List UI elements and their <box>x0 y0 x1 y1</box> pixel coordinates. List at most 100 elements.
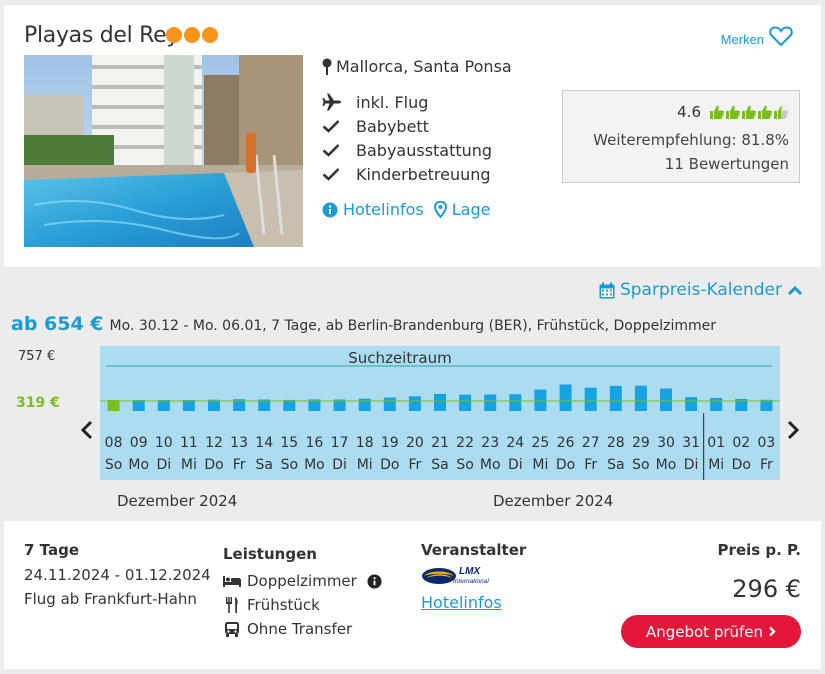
day-tick-label: 18 <box>356 435 374 451</box>
info-icon[interactable] <box>367 573 382 589</box>
hotel-photo[interactable] <box>24 55 303 247</box>
chart-title: Suchzeitraum <box>348 349 451 367</box>
y-axis-min-label: 319 € <box>16 395 60 411</box>
price-bar[interactable] <box>710 398 723 411</box>
offer-flight: Flug ab Frankfurt-Hahn <box>24 590 197 608</box>
price-bar[interactable] <box>408 396 421 411</box>
weekday-tick-label: Mi <box>357 457 373 473</box>
day-tick-label: 13 <box>230 435 248 451</box>
weekday-tick-label: Do <box>732 457 751 473</box>
offer-operator-column: Veranstalter LMX International Hotelinfo… <box>421 541 526 612</box>
price-bar[interactable] <box>383 397 396 412</box>
weekday-tick-label: Di <box>332 457 347 473</box>
price-bar[interactable] <box>107 400 120 411</box>
sparpreis-kalender-label: Sparpreis-Kalender <box>619 280 782 300</box>
weekday-tick-label: Mo <box>656 457 677 473</box>
day-tick-label: 10 <box>155 435 173 451</box>
feature-item: Babybett <box>322 114 492 138</box>
hotel-name[interactable]: Playas del Rey <box>24 23 179 48</box>
day-tick-label: 20 <box>406 435 424 451</box>
weekday-tick-label: So <box>632 457 649 473</box>
hotelinfos-label: Hotelinfos <box>343 200 424 219</box>
rating-box[interactable]: 4.6 Weiterempfehlung: 81.8% 11 Bewertung… <box>562 90 800 183</box>
day-tick-label: 19 <box>381 435 399 451</box>
day-tick-label: 31 <box>682 435 700 451</box>
weekday-tick-label: Mi <box>708 457 724 473</box>
price-bar[interactable] <box>484 394 497 412</box>
price-bar[interactable] <box>534 389 547 411</box>
service-label: Ohne Transfer <box>247 620 353 638</box>
thumb-up-icon <box>774 105 788 119</box>
day-tick-label: 17 <box>331 435 349 451</box>
feature-item: inkl. Flug <box>322 90 492 114</box>
feature-list: inkl. Flug Babybett Babyausstattung Kind… <box>322 90 492 186</box>
day-tick-label: 22 <box>456 435 474 451</box>
price-bar[interactable] <box>685 397 698 411</box>
day-tick-label: 15 <box>280 435 298 451</box>
price-bar[interactable] <box>609 385 622 411</box>
hotel-stars <box>166 27 218 43</box>
weekday-tick-label: So <box>281 457 298 473</box>
price-bar[interactable] <box>182 400 195 411</box>
sparpreis-kalender-toggle[interactable]: Sparpreis-Kalender <box>599 280 803 300</box>
operator-heading: Veranstalter <box>421 541 527 559</box>
day-tick-label: 09 <box>130 435 148 451</box>
price-bar[interactable] <box>559 384 572 412</box>
feature-item: Babyausstattung <box>322 138 492 162</box>
info-icon <box>322 202 338 217</box>
price-calendar-chart: Suchzeitraum 08 So 09 Mo 10 Di 11 Mi 12 Do 13 Fr 14 Sa… <box>100 346 780 480</box>
cutlery-icon <box>223 597 241 613</box>
offer-trip-column: 7 Tage 24.11.2024 - 01.12.2024 Flug ab F… <box>24 541 211 611</box>
location-text: Mallorca, Santa Ponsa <box>336 57 512 76</box>
price-bar[interactable] <box>157 400 170 411</box>
price-from: ab 654 € <box>11 313 104 335</box>
price-bar[interactable] <box>634 385 647 411</box>
star-icon <box>166 27 182 43</box>
weekday-tick-label: Sa <box>607 457 624 473</box>
chart-next-button[interactable] <box>786 420 800 445</box>
service-item: Ohne Transfer <box>223 617 382 641</box>
price-bar[interactable] <box>584 387 597 411</box>
feature-label: Babyausstattung <box>356 140 493 160</box>
price-bar[interactable] <box>132 400 145 411</box>
day-tick-label: 21 <box>431 435 449 451</box>
weekday-tick-label: Mi <box>181 457 197 473</box>
feature-label: inkl. Flug <box>356 92 429 112</box>
hotelinfos-link[interactable]: Hotelinfos <box>322 200 424 219</box>
day-tick-label: 23 <box>481 435 499 451</box>
price-bar[interactable] <box>660 388 672 412</box>
weekday-tick-label: So <box>105 457 122 473</box>
weekday-tick-label: Sa <box>431 457 448 473</box>
bed-icon <box>223 575 241 587</box>
merken-label: Merken <box>720 31 764 47</box>
offer-services-column: Leistungen Doppelzimmer Frühstück Ohne T… <box>223 545 382 641</box>
day-tick-label: 24 <box>506 435 524 451</box>
weekday-tick-label: Fr <box>409 457 422 473</box>
angebot-pruefen-label: Angebot prüfen <box>645 622 764 641</box>
hotel-links: Hotelinfos Lage <box>322 200 490 219</box>
thumb-up-icon <box>726 105 740 119</box>
day-tick-label: 03 <box>757 435 775 451</box>
heart-icon <box>769 26 793 47</box>
day-tick-label: 16 <box>305 435 323 451</box>
weekday-tick-label: Di <box>684 457 699 473</box>
weekday-tick-label: Fr <box>233 457 246 473</box>
price-bar[interactable] <box>434 393 446 411</box>
price-bar[interactable] <box>283 399 296 411</box>
location-marker-icon <box>433 201 447 218</box>
check-icon <box>322 143 356 157</box>
chart-prev-button[interactable] <box>80 420 94 445</box>
operator-hotelinfos-link[interactable]: Hotelinfos <box>421 593 526 612</box>
merken-button[interactable]: Merken <box>721 25 793 47</box>
calendar-icon <box>599 282 615 298</box>
weekday-tick-label: Do <box>204 457 223 473</box>
price-bar[interactable] <box>459 394 472 411</box>
angebot-pruefen-button[interactable]: Angebot prüfen <box>621 615 801 648</box>
lage-link[interactable]: Lage <box>433 200 490 219</box>
svg-text:LMX: LMX <box>459 566 481 577</box>
price-heading: Preis p. P. <box>717 541 801 559</box>
rating-score-row: 4.6 <box>677 103 789 121</box>
price-bar[interactable] <box>509 394 522 411</box>
chevron-up-icon <box>787 285 803 295</box>
rating-review-count: 11 Bewertungen <box>664 155 789 173</box>
